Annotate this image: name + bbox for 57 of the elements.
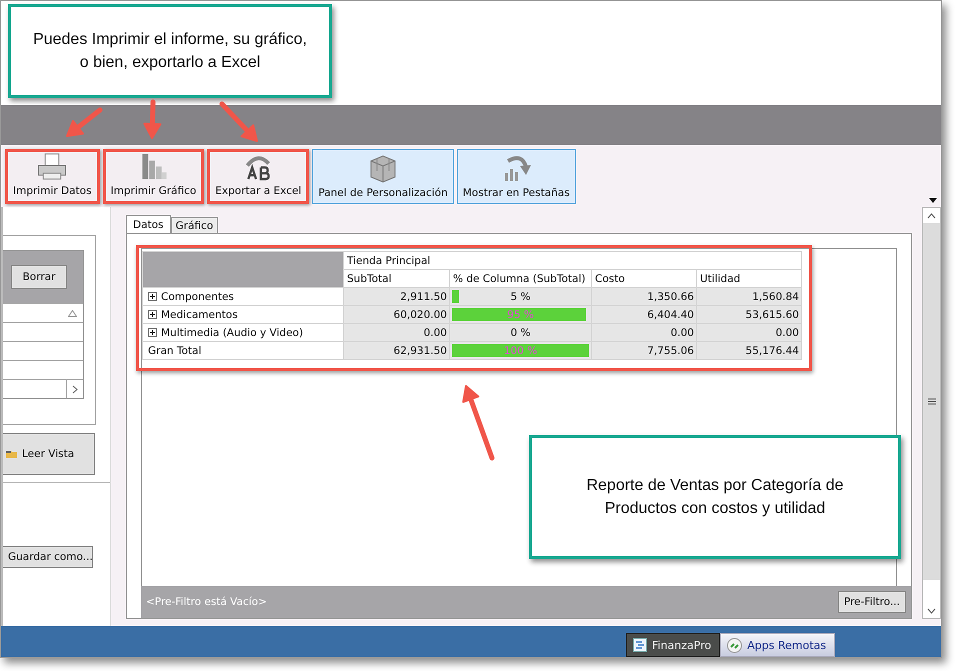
table-cell: 6,404.40: [592, 306, 696, 324]
remote-app-icon: [727, 638, 742, 652]
toolbar-button[interactable]: Mostrar en Pestañas: [456, 148, 576, 204]
column-header: % de Columna (SubTotal): [450, 270, 592, 288]
folder-icon: [6, 449, 18, 459]
row-label: Medicamentos: [161, 308, 238, 320]
dropdown-icon[interactable]: [929, 198, 937, 203]
table-cell: 7,755.06: [592, 342, 696, 360]
scroll-down-icon[interactable]: [927, 608, 936, 614]
expand-icon[interactable]: [148, 292, 157, 301]
callout-box: Reporte de Ventas por Categoría de Productos con costos y utilidad: [529, 435, 901, 559]
app-window-icon: [633, 638, 647, 652]
taskbar-button[interactable]: FinanzaPro: [626, 633, 720, 657]
expand-icon[interactable]: [148, 310, 157, 319]
table-cell: 60,020.00: [344, 306, 450, 324]
arrow: [220, 102, 258, 142]
scroll-grip-icon[interactable]: [928, 398, 936, 405]
arrow: [66, 108, 102, 137]
column-header: Costo: [592, 270, 696, 288]
percent-value: 95 %: [507, 308, 534, 320]
prefilter-button[interactable]: Pre-Filtro...: [838, 591, 906, 613]
row-label: Gran Total: [148, 344, 202, 356]
tab[interactable]: Gráfico: [170, 217, 218, 233]
scrollbar[interactable]: [922, 207, 941, 619]
table-cell: 0.00: [344, 324, 450, 342]
chevron-right-icon[interactable]: [72, 384, 78, 394]
table-cell: 1,560.84: [696, 288, 802, 306]
column-header: SubTotal: [344, 270, 450, 288]
save-as-button[interactable]: Guardar como...: [3, 546, 93, 568]
sort-icon[interactable]: [68, 310, 77, 316]
table-cell: 1,350.66: [592, 288, 696, 306]
tab[interactable]: Datos: [126, 215, 171, 233]
row-label: Multimedia (Audio y Video): [161, 326, 304, 338]
callout-box: Puedes Imprimir el informe, su gráfico, o bien, exportarlo a Excel: [8, 4, 332, 98]
prefilter-status: <Pre-Filtro está Vacío>: [146, 596, 267, 608]
table-cell: 2,911.50: [344, 288, 450, 306]
percent-value: 100 %: [504, 344, 538, 356]
percent-value: 0 %: [510, 326, 530, 338]
table-cell: 53,615.60: [696, 306, 802, 324]
row-label: Componentes: [161, 290, 234, 302]
taskbar-button[interactable]: Apps Remotas: [720, 633, 836, 657]
clear-button[interactable]: Borrar: [11, 265, 67, 289]
toolbar-button[interactable]: Imprimir Datos: [5, 148, 100, 204]
scroll-up-icon[interactable]: [927, 212, 936, 218]
column-group-header: Tienda Principal: [344, 252, 802, 270]
load-view-button[interactable]: Leer Vista: [3, 433, 95, 475]
table-cell: 62,931.50: [344, 342, 450, 360]
toolbar-button[interactable]: Imprimir Gráfico: [102, 148, 204, 204]
column-header: Utilidad: [696, 270, 802, 288]
table-cell: 0.00: [696, 324, 802, 342]
arrow: [143, 100, 162, 139]
toolbar-button[interactable]: Panel de Personalización: [312, 148, 454, 204]
table-cell: 55,176.44: [696, 342, 802, 360]
expand-icon[interactable]: [148, 328, 157, 337]
table-cell: 0.00: [592, 324, 696, 342]
toolbar-button[interactable]: Exportar a Excel: [207, 148, 310, 204]
percent-value: 5 %: [510, 290, 530, 302]
